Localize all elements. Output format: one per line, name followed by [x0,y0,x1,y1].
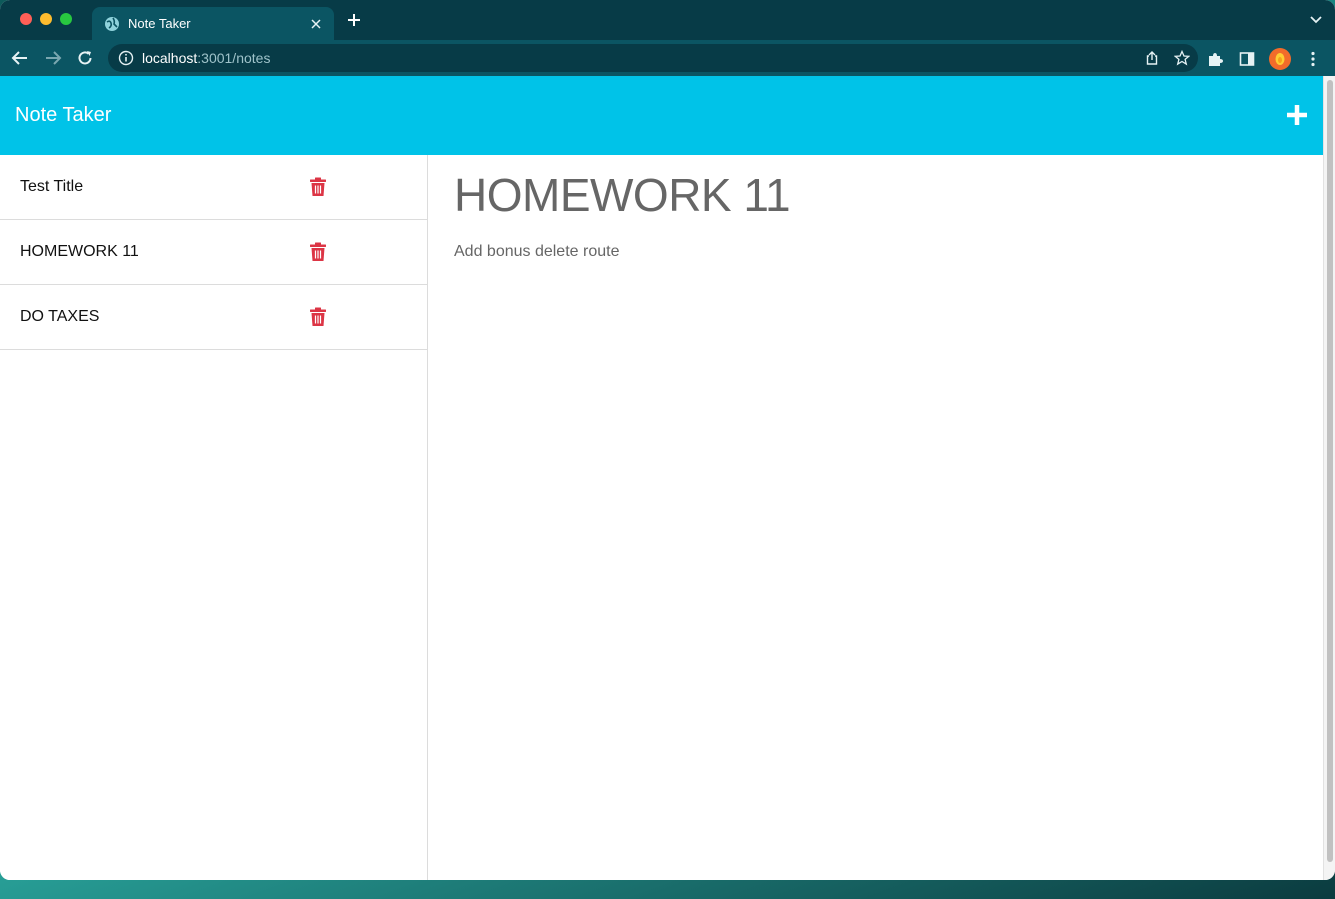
note-editor: HOMEWORK 11 Add bonus delete route [428,155,1323,880]
chevron-down-icon[interactable] [1309,12,1325,28]
browser-window: Note Taker localhost:3001/notes Note Ta… [0,0,1335,880]
minimize-window-button[interactable] [40,13,52,25]
delete-trash-icon[interactable] [309,307,327,327]
note-text-field[interactable]: Add bonus delete route [454,243,1323,261]
bookmark-star-icon[interactable] [1173,49,1191,69]
note-taker-app: Note Taker Test Title HOMEWORK 11 DO TAX… [0,76,1323,880]
url-path: :3001/notes [197,50,271,66]
forward-arrow-icon[interactable] [43,48,63,68]
tab-title: Note Taker [128,16,191,31]
kebab-menu-icon[interactable] [1303,49,1323,69]
note-list-item[interactable]: HOMEWORK 11 [0,220,427,285]
url-host: localhost [142,50,198,66]
note-list: Test Title HOMEWORK 11 DO TAXES [0,155,428,880]
close-window-button[interactable] [20,13,32,25]
delete-trash-icon[interactable] [309,177,327,197]
extensions-puzzle-icon[interactable] [1205,49,1225,69]
browser-toolbar: localhost:3001/notes [0,40,1335,76]
note-title-field[interactable]: HOMEWORK 11 [454,169,1323,221]
note-list-item[interactable]: Test Title [0,155,427,220]
new-tab-button[interactable] [344,10,364,30]
maximize-window-button[interactable] [60,13,72,25]
new-note-plus-icon[interactable] [1285,103,1309,127]
info-icon[interactable] [118,50,134,66]
note-list-item-title: Test Title [20,178,84,195]
side-panel-icon[interactable] [1237,49,1257,69]
share-icon[interactable] [1144,50,1160,69]
page-scrollbar[interactable] [1323,76,1335,880]
note-list-item-title: HOMEWORK 11 [20,243,139,260]
app-navbar: Note Taker [0,76,1323,155]
back-arrow-icon[interactable] [10,48,30,68]
scrollbar-thumb[interactable] [1327,80,1333,862]
note-list-item-title: DO TAXES [20,308,100,325]
close-tab-icon[interactable] [308,16,324,32]
tab-strip: Note Taker [0,0,1335,40]
app-brand[interactable]: Note Taker [15,104,111,127]
delete-trash-icon[interactable] [309,242,327,262]
profile-avatar[interactable] [1269,48,1291,70]
address-bar[interactable]: localhost:3001/notes [108,44,1198,72]
globe-icon [104,16,120,32]
browser-tab[interactable]: Note Taker [92,7,334,40]
reload-icon[interactable] [75,48,95,68]
note-list-item[interactable]: DO TAXES [0,285,427,350]
